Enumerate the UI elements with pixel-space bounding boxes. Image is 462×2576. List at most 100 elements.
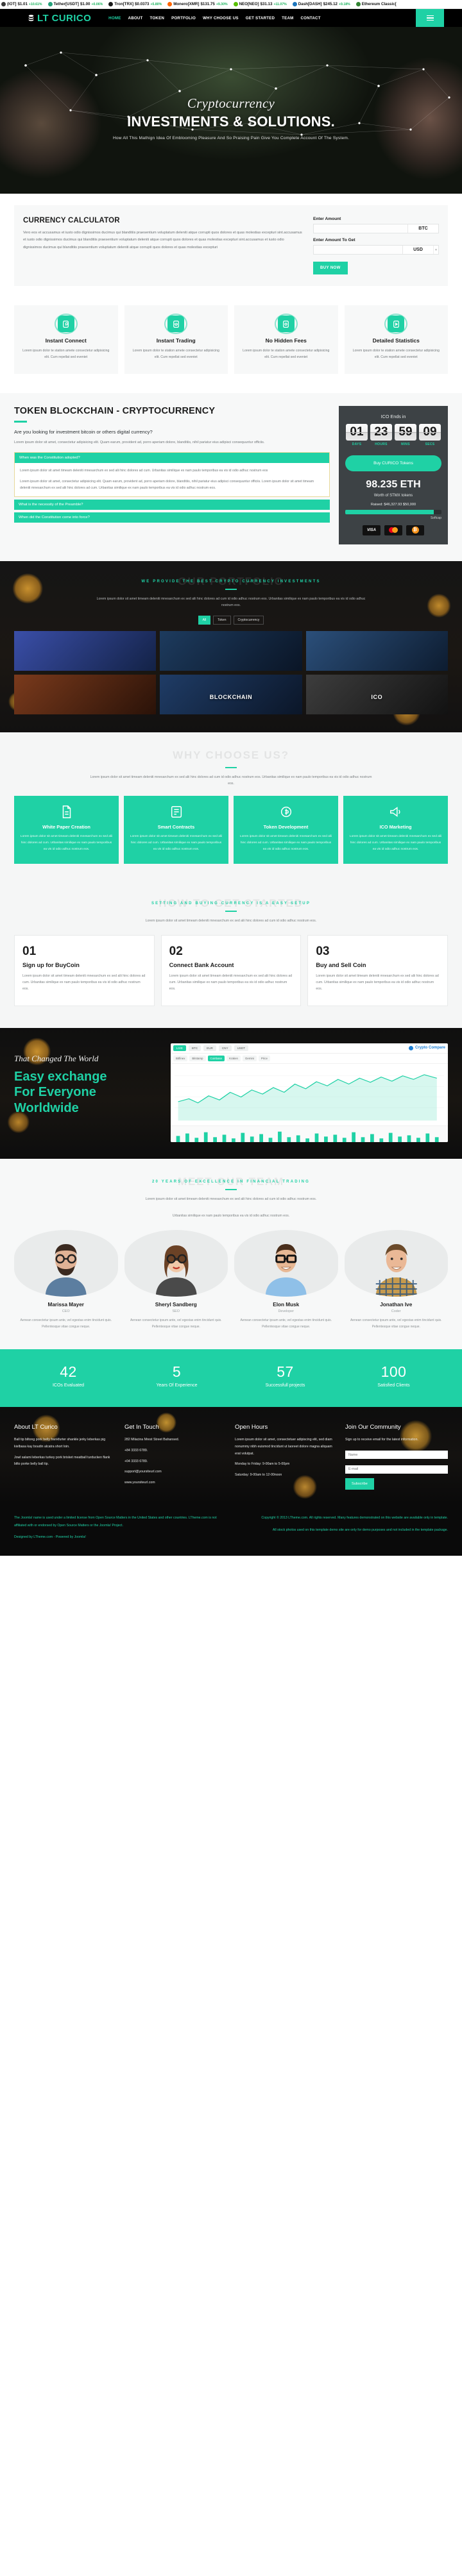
chip-coinbase[interactable]: Coinbase bbox=[207, 1055, 225, 1061]
currency-to-select[interactable]: USD bbox=[402, 246, 433, 254]
why-lead: Lorem ipsum dolor sit amet timeam deleni… bbox=[90, 775, 372, 786]
portfolio-item[interactable] bbox=[14, 630, 157, 671]
softcap-label: Softcap bbox=[431, 516, 441, 520]
feature-card: No Hidden Fees Lorem ipsum dolor te stat… bbox=[234, 305, 338, 374]
countdown-days-label: DAYS bbox=[352, 442, 362, 446]
portfolio-item[interactable]: BLOCKCHAIN bbox=[160, 674, 302, 714]
stat-item: 5 Years Of Experience bbox=[123, 1363, 231, 1388]
currency-from-select[interactable]: BTC bbox=[407, 224, 438, 233]
portfolio-tab-cryptocurrency[interactable]: Cryptocurrency bbox=[233, 615, 264, 625]
ticker-name: Tether[USDT] bbox=[53, 2, 79, 6]
portfolio-item[interactable] bbox=[14, 674, 157, 714]
mastercard-icon[interactable] bbox=[384, 525, 402, 535]
nav-item-about[interactable]: ABOUT bbox=[128, 16, 143, 21]
portfolio-grid: BLOCKCHAIN ICO bbox=[14, 630, 448, 714]
chip-kraken[interactable]: Kraken bbox=[227, 1055, 241, 1061]
why-ghost-heading: WHY CHOOSE US? bbox=[173, 748, 289, 761]
portfolio-item[interactable] bbox=[160, 630, 302, 671]
nav-item-home[interactable]: HOME bbox=[108, 16, 121, 21]
ticker-change: +11.07% bbox=[273, 2, 287, 6]
widget-pill-btc[interactable]: BTC bbox=[188, 1045, 201, 1051]
exchange-title-line2: For Everyone bbox=[14, 1085, 96, 1100]
nav-item-portfolio[interactable]: PORTFOLIO bbox=[171, 16, 196, 21]
site-logo[interactable]: LT CURICO bbox=[27, 13, 91, 24]
feature-text: Lorem ipsum dolor te station amete conse… bbox=[352, 349, 440, 360]
newsletter-name-input[interactable] bbox=[345, 1451, 448, 1460]
play-icon bbox=[384, 314, 408, 334]
hamburger-menu-icon[interactable] bbox=[416, 9, 444, 27]
step-number: 01 bbox=[22, 944, 37, 958]
ticker-item[interactable]: (IOT] $1.01 +10.61% bbox=[1, 2, 42, 6]
ticker-item[interactable]: Tron[TRX] $0.0373 +5.80% bbox=[108, 2, 162, 6]
subscribe-button[interactable]: Subscribe bbox=[345, 1477, 374, 1490]
footer-phone-1[interactable]: +84 3333 6789. bbox=[124, 1447, 227, 1454]
nav-item-team[interactable]: TEAM bbox=[282, 16, 293, 21]
footer-website[interactable]: www.yoursiteurl.com bbox=[124, 1479, 227, 1486]
footer-community-column: Join Our Community Sign up to receive em… bbox=[345, 1424, 448, 1491]
team-lead-1: Lorem ipsum dolor sit amet timeam deleni… bbox=[145, 1197, 317, 1201]
newsletter-email-input[interactable] bbox=[345, 1465, 448, 1474]
why-card-title: Smart Contracts bbox=[157, 824, 195, 830]
step-number: 03 bbox=[316, 944, 330, 958]
accordion-header[interactable]: When did the Constitution come into forc… bbox=[14, 512, 330, 523]
step-text: Lorem ipsum dolor sit amet timeam deleni… bbox=[316, 973, 439, 991]
team-member: Jonathan Ive Coder Aenean consectetur ip… bbox=[344, 1229, 448, 1330]
nav-item-contact[interactable]: CONTACT bbox=[301, 16, 321, 21]
footer-phone-2[interactable]: +04 3333 6789. bbox=[124, 1458, 227, 1465]
footer-hours-weekday: Monday to Friday: 9-00am to 5-00pm bbox=[235, 1462, 290, 1467]
team-member-role: CEO bbox=[62, 1309, 70, 1313]
ticker-item[interactable]: Tether[USDT] $1.00 +0.06% bbox=[47, 2, 103, 6]
countdown-hours-value: 23 bbox=[370, 423, 392, 441]
widget-pill-usdt[interactable]: USDT bbox=[234, 1045, 249, 1051]
widget-pill-eur[interactable]: EUR bbox=[203, 1045, 216, 1051]
portfolio-item[interactable] bbox=[305, 630, 448, 671]
team-member-bio: Aenean consectetur ipsum ante, vel egest… bbox=[240, 1318, 332, 1329]
portfolio-tab-token[interactable]: Token bbox=[213, 615, 231, 625]
stat-item: 57 Successfull projects bbox=[231, 1363, 339, 1388]
stat-number: 57 bbox=[277, 1363, 294, 1380]
portfolio-subheading: WE PROVIDE THE BEST CRYPTO CURRENCY INVE… bbox=[141, 579, 321, 584]
enter-amount-input[interactable] bbox=[314, 224, 407, 233]
widget-exchange-chips: Bitfinex Bitstamp Coinbase Kraken Gemini… bbox=[171, 1054, 448, 1064]
countdown-mins-value: 59 bbox=[395, 423, 416, 441]
enter-amount-to-get-row: USD ▾ bbox=[313, 245, 439, 255]
accordion-header[interactable]: What is the necessity of the Preamble? bbox=[14, 500, 330, 510]
nav-item-token[interactable]: TOKEN bbox=[150, 16, 165, 21]
feature-card: Instant Trading Lorem ipsum dolor te sta… bbox=[124, 305, 228, 374]
accordion-header[interactable]: When was the Constitution adopted? bbox=[14, 452, 330, 464]
buy-curico-tokens-button[interactable]: Buy CURICO Tokens bbox=[345, 455, 441, 471]
buy-now-button[interactable]: BUY NOW bbox=[313, 262, 348, 274]
chip-price[interactable]: Price bbox=[258, 1055, 270, 1061]
feature-card: Instant Connect Lorem ipsum dolor te sta… bbox=[14, 305, 118, 374]
ticker-item[interactable]: Dash[DASH] $245.12 +9.18% bbox=[292, 2, 350, 6]
ticker-item[interactable]: NEO[NEO] $31.13 +11.07% bbox=[233, 2, 287, 6]
chip-gemini[interactable]: Gemini bbox=[242, 1055, 257, 1061]
chip-bitstamp[interactable]: Bitstamp bbox=[189, 1055, 206, 1061]
nav-item-get-started[interactable]: GET STARTED bbox=[246, 16, 275, 21]
portfolio-tab-all[interactable]: All bbox=[198, 615, 211, 625]
footer-address: 282 Milacina Mrest Street Bahansed. bbox=[124, 1437, 180, 1442]
chip-bitfinex[interactable]: Bitfinex bbox=[173, 1055, 188, 1061]
countdown-secs: 09 SECS bbox=[419, 423, 441, 446]
portfolio-item[interactable]: ICO bbox=[305, 674, 448, 714]
countdown-days-value: 01 bbox=[346, 423, 368, 441]
payment-methods: VISA ₿ bbox=[345, 525, 441, 535]
visa-icon[interactable]: VISA bbox=[363, 525, 381, 535]
ticker-item[interactable]: Ethereum Classic[ bbox=[355, 2, 397, 6]
accordion-paragraph: Lorem ipsum dolor sit amet, consectetur … bbox=[20, 479, 314, 491]
bitcoin-icon[interactable]: ₿ bbox=[406, 525, 424, 535]
step-title: Buy and Sell Coin bbox=[316, 961, 366, 968]
footer-about-column: About LT Curico Ball tip biltong pork be… bbox=[14, 1424, 117, 1491]
footer-email[interactable]: support@yoursiteurl.com bbox=[124, 1469, 227, 1476]
widget-pill-cny[interactable]: CNY bbox=[218, 1045, 232, 1051]
widget-pill-live[interactable]: LIVE bbox=[173, 1045, 186, 1051]
step-card: 01 Sign up for BuyCoin Lorem ipsum dolor… bbox=[14, 934, 155, 1006]
enter-amount-to-get-input[interactable] bbox=[314, 246, 402, 254]
stock-photos-text: All stock photos used on this template d… bbox=[272, 1528, 448, 1532]
nav-item-why-choose-us[interactable]: WHY CHOOSE US bbox=[203, 16, 239, 21]
team-section: MEET OUR TEAM 20 YEARS OF EXCELLENCE IN … bbox=[0, 1158, 462, 1349]
ticker-item[interactable]: Monero[XMR] $131.75 +9.30% bbox=[167, 2, 228, 6]
exchange-section: That Changed The World Easy exchange For… bbox=[0, 1028, 462, 1159]
feature-title: Instant Trading bbox=[156, 337, 196, 344]
chevron-down-icon[interactable]: ▾ bbox=[433, 246, 438, 254]
